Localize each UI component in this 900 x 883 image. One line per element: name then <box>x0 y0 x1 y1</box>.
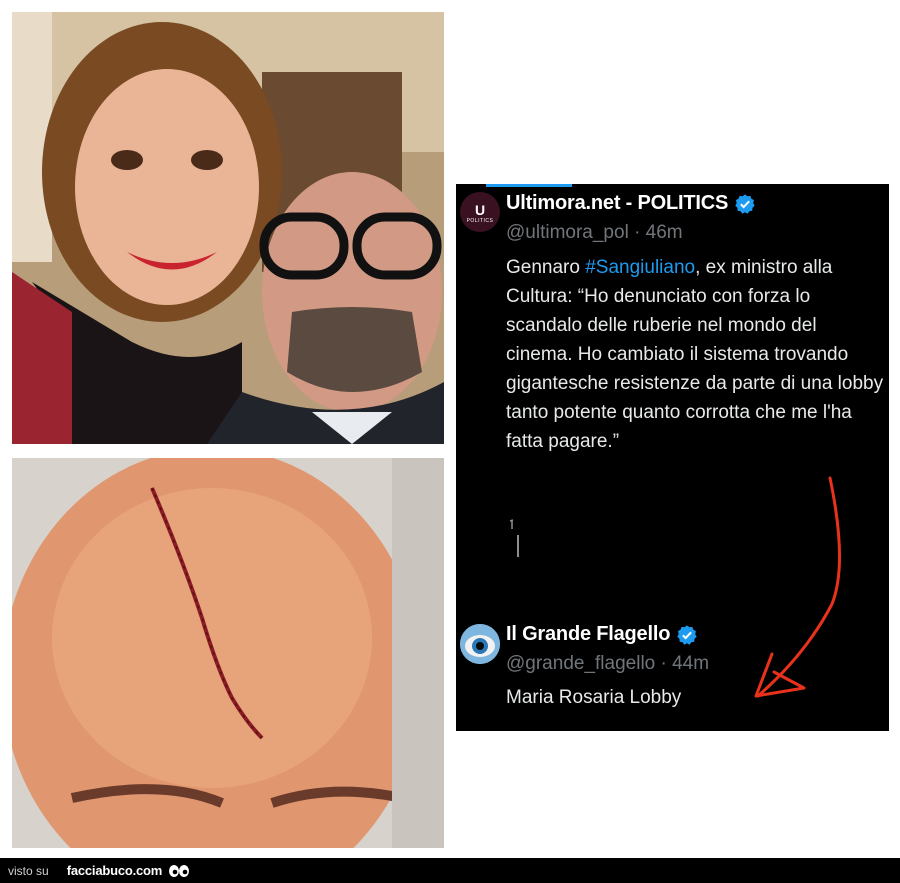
site-footer: visto su facciabuco.com <box>0 858 900 883</box>
tweet-author-row: Ultimora.net - POLITICS <box>506 192 756 215</box>
ultimora-avatar[interactable]: U POLITICS <box>460 192 500 232</box>
reply-author-name[interactable]: Il Grande Flagello <box>506 623 670 646</box>
verified-badge-icon <box>735 193 755 214</box>
author-handle-time[interactable]: @ultimora_pol · 46m <box>506 222 683 244</box>
selfie-photo <box>12 12 444 444</box>
head-wound-photo <box>12 458 444 848</box>
text-cursor-icon <box>508 519 522 563</box>
author-name[interactable]: Ultimora.net - POLITICS <box>506 192 728 215</box>
verified-badge-icon <box>677 624 697 645</box>
tweet-text: Gennaro #Sangiuliano, ex ministro alla C… <box>506 257 884 452</box>
flagello-avatar[interactable] <box>460 624 500 664</box>
eyes-icon <box>169 864 190 877</box>
footer-brand-link[interactable]: facciabuco.com <box>67 863 163 878</box>
tab-indicator <box>486 184 572 187</box>
reply-author-row: Il Grande Flagello <box>506 623 698 646</box>
tweet-screenshot: U POLITICS Ultimora.net - POLITICS @ulti… <box>456 184 889 731</box>
hashtag-link[interactable]: #Sangiuliano <box>585 257 695 278</box>
reply-text: Maria Rosaria Lobby <box>506 687 682 708</box>
footer-visto-label: visto su <box>8 863 49 878</box>
reply-handle-time[interactable]: @grande_flagello · 44m <box>506 653 709 675</box>
